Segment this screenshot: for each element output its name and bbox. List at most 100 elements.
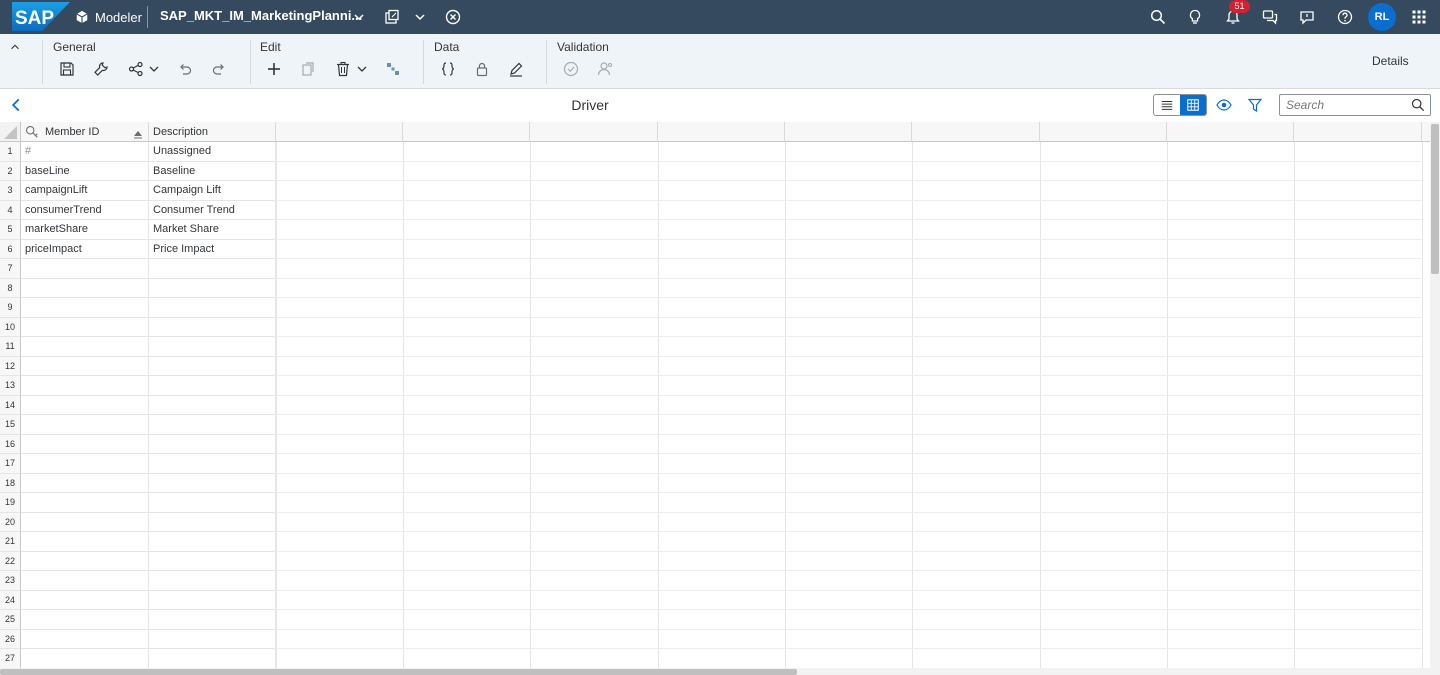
description-cell[interactable] [149,629,276,649]
share-icon[interactable] [126,59,146,79]
description-cell[interactable] [149,259,276,279]
open-window-icon[interactable] [380,5,404,29]
collapse-toolbar-icon[interactable] [8,40,22,58]
description-cell[interactable] [149,493,276,513]
row-number[interactable]: 24 [0,590,21,610]
close-circle-icon[interactable] [441,5,465,29]
horizontal-scrollbar-thumb[interactable] [0,669,797,675]
member-id-cell[interactable]: marketShare [21,220,149,240]
search-input[interactable] [1280,95,1406,115]
description-cell[interactable]: Unassigned [149,142,276,162]
feedback-icon[interactable] [1295,5,1319,29]
description-cell[interactable]: Consumer Trend [149,200,276,220]
validate-check-icon[interactable] [561,59,581,79]
user-settings-icon[interactable] [595,59,615,79]
member-id-cell[interactable] [21,395,149,415]
chevron-down-icon[interactable] [408,5,432,29]
sap-logo[interactable]: SAP [12,2,70,31]
member-id-cell[interactable] [21,434,149,454]
member-id-cell[interactable] [21,571,149,591]
member-id-cell[interactable]: # [21,142,149,162]
row-number[interactable]: 26 [0,629,21,649]
member-id-cell[interactable] [21,473,149,493]
description-cell[interactable] [149,590,276,610]
description-cell[interactable] [149,532,276,552]
description-cell[interactable] [149,551,276,571]
row-number[interactable]: 2 [0,161,21,181]
row-number[interactable]: 6 [0,239,21,259]
formula-braces-icon[interactable] [438,59,458,79]
row-number[interactable]: 1 [0,142,21,162]
save-icon[interactable] [57,59,77,79]
member-id-cell[interactable] [21,532,149,552]
discussions-icon[interactable] [1258,5,1282,29]
description-cell[interactable] [149,298,276,318]
member-id-cell[interactable]: campaignLift [21,181,149,201]
file-title[interactable]: SAP_MKT_IM_MarketingPlanni... [160,0,362,34]
help-icon[interactable] [1333,5,1357,29]
member-id-cell[interactable] [21,376,149,396]
delete-icon[interactable] [333,59,353,79]
member-id-cell[interactable] [21,454,149,474]
lock-icon[interactable] [472,59,492,79]
add-icon[interactable] [264,59,284,79]
member-id-cell[interactable] [21,415,149,435]
member-id-cell[interactable] [21,356,149,376]
select-all-corner[interactable] [0,122,21,142]
member-id-cell[interactable] [21,512,149,532]
chevron-down-icon[interactable] [144,59,164,79]
row-number[interactable]: 3 [0,181,21,201]
member-id-cell[interactable] [21,317,149,337]
vertical-scrollbar-thumb[interactable] [1431,124,1439,274]
row-number[interactable]: 19 [0,493,21,513]
row-number[interactable]: 21 [0,532,21,552]
row-number[interactable]: 14 [0,395,21,415]
column-header-description[interactable]: Description [149,122,276,142]
description-cell[interactable]: Market Share [149,220,276,240]
row-number[interactable]: 15 [0,415,21,435]
description-cell[interactable] [149,610,276,630]
member-id-cell[interactable] [21,493,149,513]
description-cell[interactable] [149,649,276,668]
row-number[interactable]: 5 [0,220,21,240]
search-icon[interactable] [1146,5,1170,29]
user-avatar[interactable]: RL [1368,3,1396,31]
member-id-cell[interactable] [21,610,149,630]
member-id-cell[interactable] [21,590,149,610]
member-id-cell[interactable] [21,278,149,298]
eye-icon[interactable] [1215,96,1233,114]
row-number[interactable]: 20 [0,512,21,532]
lightbulb-icon[interactable] [1183,5,1207,29]
row-number[interactable]: 4 [0,200,21,220]
row-number[interactable]: 22 [0,551,21,571]
member-id-cell[interactable] [21,649,149,668]
wrench-icon[interactable] [91,59,111,79]
details-button[interactable]: Details [1372,54,1409,68]
row-number[interactable]: 11 [0,337,21,357]
description-cell[interactable] [149,356,276,376]
copy-icon[interactable] [298,59,318,79]
search-icon[interactable] [1411,98,1425,112]
member-id-cell[interactable]: priceImpact [21,239,149,259]
row-number[interactable]: 8 [0,278,21,298]
description-cell[interactable]: Price Impact [149,239,276,259]
member-id-cell[interactable] [21,337,149,357]
description-cell[interactable] [149,317,276,337]
member-id-cell[interactable] [21,298,149,318]
app-switcher[interactable]: Modeler [75,0,142,34]
description-cell[interactable] [149,376,276,396]
description-cell[interactable] [149,571,276,591]
chevron-down-icon[interactable] [347,5,371,29]
hierarchy-icon[interactable] [383,59,403,79]
row-number[interactable]: 7 [0,259,21,279]
description-cell[interactable] [149,473,276,493]
description-cell[interactable] [149,395,276,415]
description-cell[interactable] [149,278,276,298]
row-number[interactable]: 17 [0,454,21,474]
member-id-cell[interactable] [21,551,149,571]
redo-icon[interactable] [209,59,229,79]
row-number[interactable]: 18 [0,473,21,493]
row-number[interactable]: 23 [0,571,21,591]
row-number[interactable]: 9 [0,298,21,318]
description-cell[interactable] [149,434,276,454]
